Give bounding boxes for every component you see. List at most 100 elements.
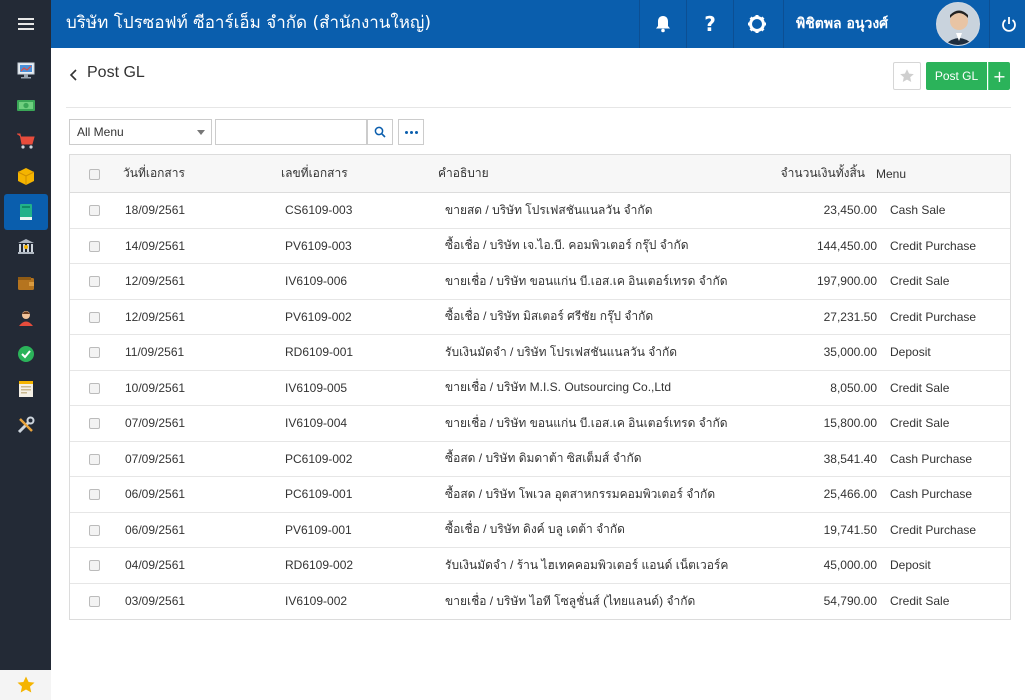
table-row[interactable]: 07/09/2561 IV6109-004 ขายเชื่อ / บริษัท ขอ… [70,406,1010,442]
sidebar-item-box[interactable] [0,159,51,195]
row-checkbox[interactable] [89,560,100,572]
cell-date: 12/09/2561 [125,309,186,324]
cell-doc: IV6109-002 [285,594,348,609]
col-date-header[interactable]: วันที่เอกสาร [123,155,185,192]
sidebar-item-bank[interactable] [0,230,51,266]
cell-desc: ซื้อเชื่อ / บริษัท เจ.ไอ.บี. คอมพิวเตอร์… [445,238,689,253]
cell-amount: 25,466.00 [823,487,877,502]
cell-desc: ซื้อสด / บริษัท โพเวล อุตสาหกรรมคอมพิวเต… [445,486,716,501]
row-checkbox[interactable] [89,489,100,501]
cell-doc: PV6109-003 [285,238,352,253]
table-row[interactable]: 03/09/2561 IV6109-002 ขายเชื่อ / บริษัท ไอ… [70,583,1010,619]
people-icon [18,311,33,327]
cell-menu: Cash Sale [890,203,946,218]
row-checkbox[interactable] [89,240,100,252]
sidebar-favorite-button[interactable] [0,670,51,700]
cell-date: 07/09/2561 [125,451,186,466]
cell-amount: 144,450.00 [816,238,877,253]
cell-menu: Cash Purchase [890,451,973,466]
cell-date: 14/09/2561 [125,238,186,253]
col-amount-header[interactable]: จำนวนเงินทั้งสิ้น [710,155,865,192]
add-button[interactable]: + [988,62,1010,90]
sidebar-item-check[interactable] [0,336,51,372]
tools-icon [17,416,34,433]
row-checkbox[interactable] [89,418,100,430]
col-doc-header[interactable]: เลขที่เอกสาร [281,155,348,192]
back-chevron-icon[interactable] [66,64,82,86]
cell-doc: PV6109-001 [285,522,352,537]
sidebar-item-cart[interactable] [0,123,51,159]
cell-doc: PC6109-002 [285,451,353,466]
star-icon [900,69,914,82]
user-area[interactable]: พิชิตพล อนุวงศ์ [783,0,1025,48]
avatar-image [937,3,979,45]
hamburger-menu-button[interactable] [0,0,51,48]
caret-down-icon [197,130,205,135]
settings-button[interactable] [733,0,780,48]
cell-menu: Credit Sale [890,274,950,289]
cell-date: 11/09/2561 [125,345,185,360]
power-icon [1001,17,1016,32]
cell-date: 07/09/2561 [125,416,186,431]
cell-doc: IV6109-005 [285,380,348,395]
cell-doc: CS6109-003 [285,203,353,218]
row-checkbox[interactable] [89,347,100,359]
cell-desc: รับเงินมัดจำ / ร้าน ไฮเทคคอมพิวเตอร์ แอน… [445,557,729,572]
help-button[interactable]: ? [686,0,733,48]
cell-date: 10/09/2561 [125,380,186,395]
cell-menu: Credit Purchase [890,522,977,537]
favorite-button[interactable] [893,62,921,90]
row-checkbox[interactable] [89,382,100,394]
menu-filter-select[interactable]: All Menu [69,119,212,145]
col-menu-header[interactable]: Menu [876,155,906,192]
logout-button[interactable] [989,0,1025,48]
sidebar-item-people[interactable] [0,301,51,337]
book-icon [20,203,32,220]
table-row[interactable]: 18/09/2561 CS6109-003 ขายสด / บริษัท โปรเฟ… [70,193,1010,229]
sidebar-item-wallet[interactable] [0,265,51,301]
cell-menu: Cash Purchase [890,487,973,502]
sidebar-item-tools[interactable] [0,407,51,443]
col-desc-header[interactable]: คำอธิบาย [438,155,489,192]
search-button[interactable] [367,119,393,145]
table-row[interactable]: 04/09/2561 RD6109-002 รับเงินมัดจำ / ร้าน … [70,548,1010,584]
sidebar-item-monitor[interactable] [0,52,51,88]
search-input[interactable] [215,119,367,145]
sidebar-item-report[interactable] [0,372,51,408]
cell-date: 18/09/2561 [125,203,186,218]
row-checkbox[interactable] [89,596,100,608]
cell-desc: ขายเชื่อ / บริษัท ขอนแก่น บี.เอส.เค อินเ… [445,273,728,288]
more-options-button[interactable] [398,119,424,145]
cell-doc: PC6109-001 [285,487,353,502]
row-checkbox[interactable] [89,524,100,536]
cell-desc: ขายเชื่อ / บริษัท ไอที โซลูชั่นส์ (ไทยแล… [445,593,696,608]
table-row[interactable]: 06/09/2561 PC6109-001 ซื้อสด / บริษัท โพเว… [70,477,1010,513]
cell-desc: ขายสด / บริษัท โปรเฟสชันแนลวัน จำกัด [445,202,653,217]
table-row[interactable]: 07/09/2561 PC6109-002 ซื้อสด / บริษัท ดิมด… [70,441,1010,477]
cart-icon [16,133,35,149]
top-bar: บริษัท โปรซอฟท์ ซีอาร์เอ็ม จำกัด (สำนักง… [51,0,1025,48]
gl-table: วันที่เอกสาร เลขที่เอกสาร คำอธิบาย จำนวน… [69,154,1011,620]
cell-amount: 54,790.00 [823,594,877,609]
table-row[interactable]: 11/09/2561 RD6109-001 รับเงินมัดจำ / บริษั… [70,335,1010,371]
table-row[interactable]: 14/09/2561 PV6109-003 ซื้อเชื่อ / บริษัท เ… [70,228,1010,264]
notifications-button[interactable] [639,0,686,48]
money-icon [16,100,35,112]
row-checkbox[interactable] [89,453,100,465]
sidebar [0,0,51,700]
monitor-icon [17,62,34,79]
sidebar-item-money[interactable] [0,88,51,124]
select-all-checkbox[interactable] [89,168,100,180]
table-row[interactable]: 06/09/2561 PV6109-001 ซื้อเชื่อ / บริษัท ด… [70,512,1010,548]
row-checkbox[interactable] [89,311,100,323]
table-row[interactable]: 10/09/2561 IV6109-005 ขายเชื่อ / บริษัท M.… [70,370,1010,406]
cell-desc: ซื้อสด / บริษัท ดิมดาต้า ซิสเต็มส์ จำกัด [445,451,642,466]
row-checkbox[interactable] [89,205,100,217]
sidebar-item-book[interactable] [4,194,48,230]
avatar[interactable] [936,2,980,46]
row-checkbox[interactable] [89,276,100,288]
table-row[interactable]: 12/09/2561 IV6109-006 ขายเชื่อ / บริษัท ขอ… [70,264,1010,300]
table-row[interactable]: 12/09/2561 PV6109-002 ซื้อเชื่อ / บริษัท ม… [70,299,1010,335]
question-icon: ? [704,12,716,36]
post-gl-button[interactable]: Post GL [926,62,987,90]
